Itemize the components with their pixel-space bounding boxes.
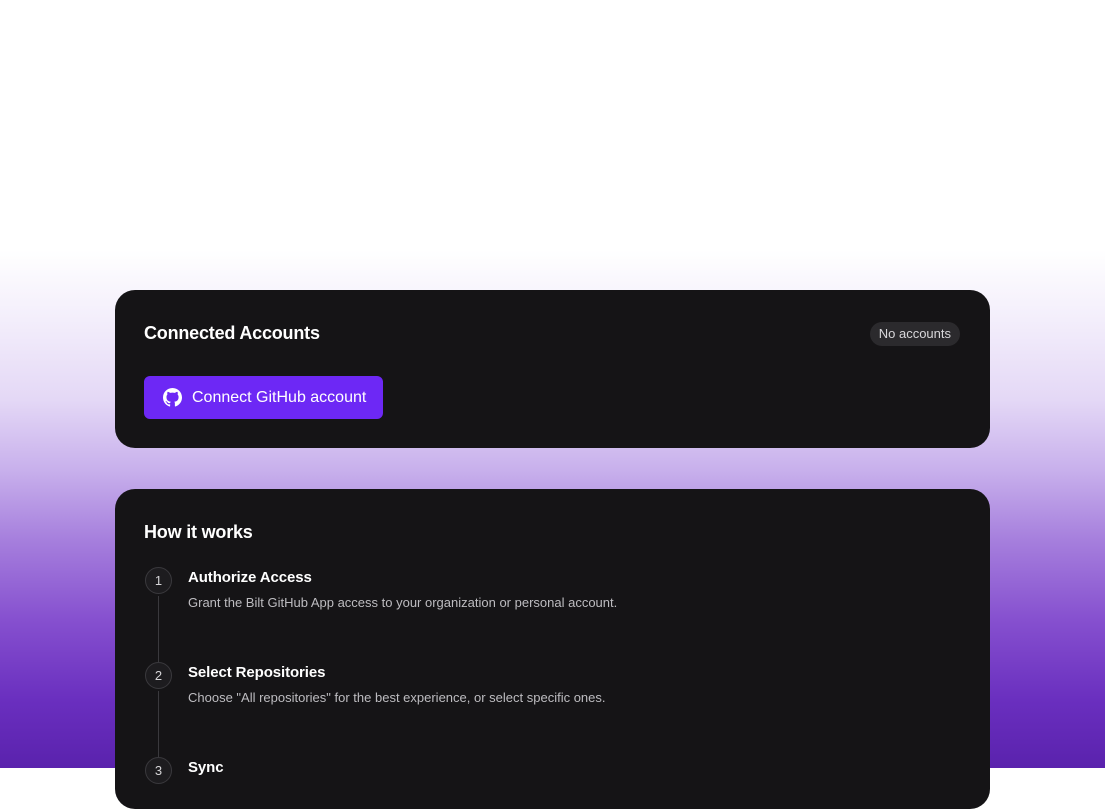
- github-icon: [163, 388, 182, 407]
- step-description: Choose "All repositories" for the best e…: [188, 690, 606, 705]
- connected-accounts-card: Connected Accounts No accounts Connect G…: [115, 290, 990, 448]
- step-connector-line: [158, 596, 159, 662]
- step-connector-line: [158, 691, 159, 757]
- step-number: 3: [145, 757, 172, 784]
- connect-github-label: Connect GitHub account: [192, 388, 367, 406]
- how-it-works-card: How it works 1 Authorize Access Grant th…: [115, 489, 990, 809]
- accounts-status-badge: No accounts: [869, 322, 960, 346]
- step-title: Authorize Access: [188, 569, 312, 586]
- connected-accounts-title: Connected Accounts: [144, 323, 320, 343]
- how-it-works-title: How it works: [144, 522, 253, 542]
- connect-github-button[interactable]: Connect GitHub account: [144, 376, 383, 419]
- step-title: Select Repositories: [188, 664, 326, 681]
- step-number: 1: [145, 567, 172, 594]
- step-description: Grant the Bilt GitHub App access to your…: [188, 595, 618, 610]
- step-number: 2: [145, 662, 172, 689]
